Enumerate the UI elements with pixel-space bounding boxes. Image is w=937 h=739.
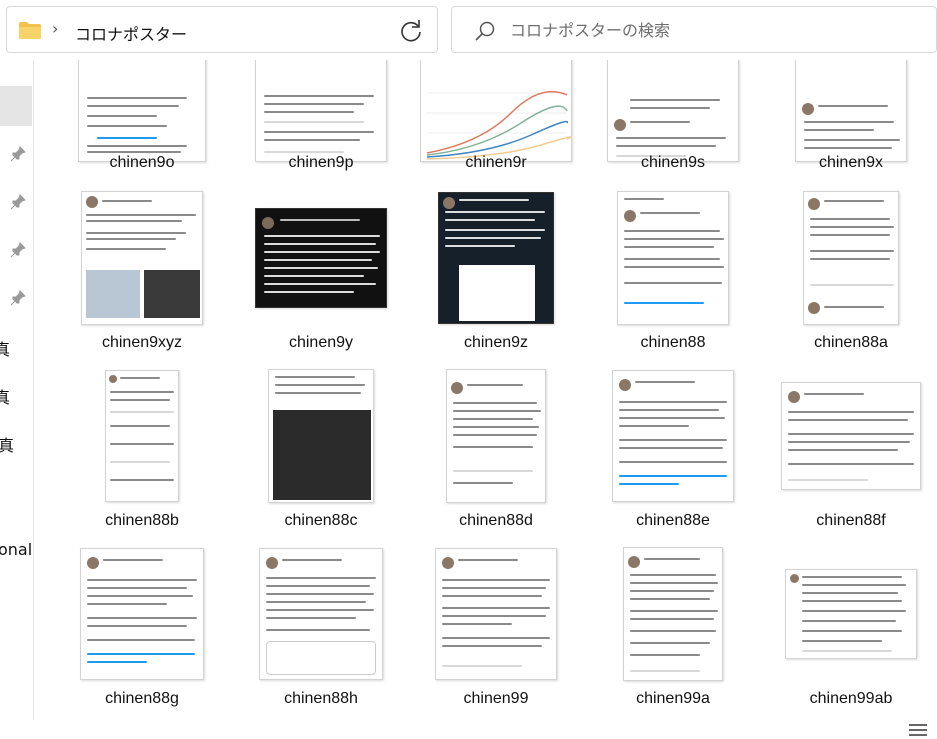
- file-item[interactable]: chinen88g: [54, 544, 230, 720]
- file-item[interactable]: chinen99: [408, 544, 584, 720]
- status-bar: [0, 720, 937, 739]
- file-name: chinen88g: [105, 690, 179, 707]
- file-thumbnail: [408, 366, 584, 506]
- file-item[interactable]: chinen9xyz: [54, 188, 230, 364]
- nav-item-label[interactable]: 真: [0, 432, 14, 456]
- file-item[interactable]: chinen88c: [233, 366, 409, 542]
- details-view-icon[interactable]: [908, 722, 928, 737]
- refresh-icon[interactable]: [397, 17, 425, 45]
- navigation-pane: 真 真 真 onal: [0, 60, 34, 739]
- file-thumbnail: [233, 366, 409, 506]
- nav-item-label[interactable]: onal: [0, 540, 32, 559]
- file-name: chinen88b: [105, 512, 179, 529]
- file-thumbnail: [408, 188, 584, 328]
- file-thumbnail: [585, 188, 761, 328]
- file-name: chinen9s: [640, 154, 706, 171]
- file-thumbnail: [763, 60, 937, 162]
- file-thumbnail: [54, 366, 230, 506]
- nav-item-label[interactable]: 真: [0, 384, 10, 408]
- pin-icon[interactable]: [10, 194, 26, 210]
- file-name: chinen9x: [818, 154, 884, 171]
- pin-icon[interactable]: [10, 146, 26, 162]
- file-thumbnail: [763, 544, 937, 684]
- file-item[interactable]: chinen9z: [408, 188, 584, 364]
- file-thumbnail: [233, 188, 409, 328]
- folder-icon: [19, 22, 41, 39]
- file-thumbnail: [54, 60, 230, 162]
- file-name: chinen88: [640, 334, 706, 351]
- file-item[interactable]: chinen9y: [233, 188, 409, 364]
- file-item[interactable]: chinen88e: [585, 366, 761, 542]
- file-name: chinen88e: [636, 512, 710, 529]
- file-item[interactable]: chinen88b: [54, 366, 230, 542]
- file-item[interactable]: chinen88f: [763, 366, 937, 542]
- file-name: chinen9o: [109, 154, 175, 171]
- file-thumbnail: [763, 366, 937, 506]
- file-name: chinen99ab: [809, 690, 893, 707]
- file-name: chinen99a: [636, 690, 710, 707]
- file-thumbnail: [233, 544, 409, 684]
- pin-icon[interactable]: [10, 242, 26, 258]
- file-thumbnail: [233, 60, 409, 162]
- file-item[interactable]: chinen88d: [408, 366, 584, 542]
- file-name: chinen9p: [288, 154, 354, 171]
- file-item[interactable]: chinen99a: [585, 544, 761, 720]
- pin-icon[interactable]: [10, 290, 26, 306]
- file-item[interactable]: chinen88h: [233, 544, 409, 720]
- file-item[interactable]: chinen88: [585, 188, 761, 364]
- file-thumbnail: [763, 188, 937, 328]
- file-thumbnail: [585, 60, 761, 162]
- file-name: chinen88f: [816, 512, 886, 529]
- top-bar: › コロナポスター: [0, 0, 937, 60]
- file-name: chinen88c: [284, 512, 358, 529]
- address-bar[interactable]: › コロナポスター: [6, 6, 438, 53]
- file-name: chinen88a: [814, 334, 888, 351]
- search-box[interactable]: [451, 6, 937, 53]
- search-input[interactable]: [510, 19, 910, 41]
- file-thumbnail: [408, 60, 584, 162]
- file-thumbnail: [54, 188, 230, 328]
- file-thumbnail: [585, 366, 761, 506]
- file-grid: chinen9o chinen9p chinen9r chinen9s chin…: [36, 60, 937, 720]
- file-thumbnail: [54, 544, 230, 684]
- breadcrumb-chevron-icon[interactable]: ›: [52, 19, 58, 38]
- file-name: chinen9z: [463, 334, 529, 351]
- file-name: chinen99: [463, 690, 529, 707]
- file-name: chinen9y: [288, 334, 354, 351]
- file-item[interactable]: chinen99ab: [763, 544, 937, 720]
- file-item[interactable]: chinen88a: [763, 188, 937, 364]
- file-thumbnail: [585, 544, 761, 684]
- file-name: chinen9r: [465, 154, 527, 171]
- file-name: chinen88d: [459, 512, 533, 529]
- breadcrumb-folder[interactable]: コロナポスター: [75, 21, 187, 45]
- file-name: chinen88h: [284, 690, 358, 707]
- file-thumbnail: [408, 544, 584, 684]
- nav-item-label[interactable]: 真: [0, 336, 10, 360]
- search-icon: [475, 21, 495, 41]
- nav-selected-item[interactable]: [0, 86, 32, 126]
- file-name: chinen9xyz: [101, 334, 183, 351]
